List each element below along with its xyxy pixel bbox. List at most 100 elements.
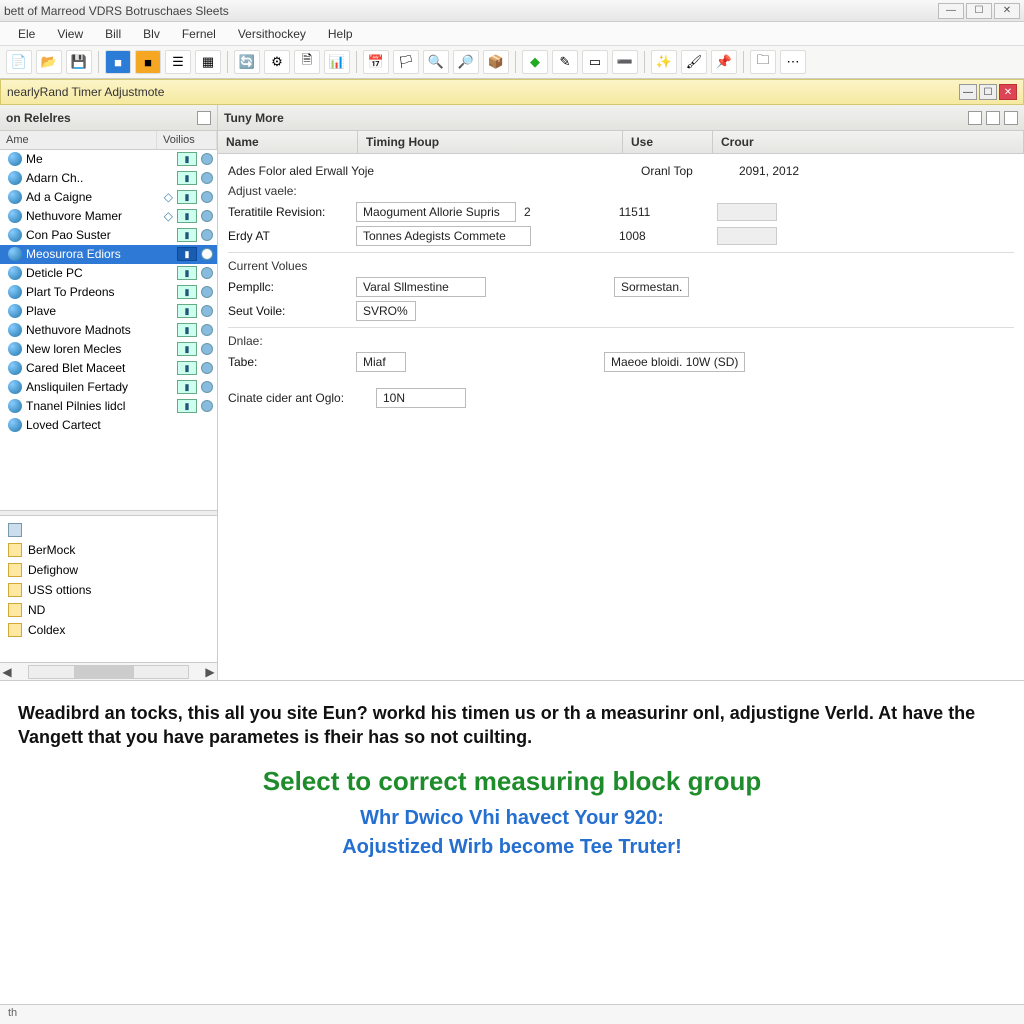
sub-close-button[interactable]: ✕ xyxy=(999,84,1017,100)
maximize-button[interactable]: ☐ xyxy=(966,3,992,19)
tool-pin-icon[interactable]: 📌 xyxy=(711,50,737,74)
tool-eraser-icon[interactable]: ▭ xyxy=(582,50,608,74)
tree-item[interactable]: Loved Cartect xyxy=(0,416,217,435)
tool-list-icon[interactable]: ☰ xyxy=(165,50,191,74)
pane-options-icon[interactable] xyxy=(197,111,211,125)
gray-field[interactable] xyxy=(717,227,777,245)
tool-new-icon[interactable]: 📄 xyxy=(6,50,32,74)
titlebar: bett of Marreod VDRS Botruschaes Sleets … xyxy=(0,0,1024,22)
tool-blue-icon[interactable]: ■ xyxy=(105,50,131,74)
pempllc-field[interactable]: Varal Sllmestine xyxy=(356,277,486,297)
tree-list[interactable]: Me▮ Adarn Ch..▮ Ad a Caigne◇▮ Nethuvore … xyxy=(0,150,217,510)
detail-columns: Name Timing Houp Use Crour xyxy=(218,131,1024,154)
tree-item[interactable]: Tnanel Pilnies lidcl▮ xyxy=(0,397,217,416)
minimize-button[interactable]: — xyxy=(938,3,964,19)
detail-body: Ades Folor aled Erwall Yoje Oranl Top 20… xyxy=(218,154,1024,680)
menu-help[interactable]: Help xyxy=(318,25,363,43)
nav-list[interactable]: BerMock Defighow USS ottions ND Coldex xyxy=(0,516,217,662)
seut-field[interactable]: SVRO% xyxy=(356,301,416,321)
heading-blue-1: Whr Dwico Vhi havect Your 920: xyxy=(0,807,1024,830)
tree-item[interactable]: Cared Blet Maceet▮ xyxy=(0,359,217,378)
scroll-thumb[interactable] xyxy=(74,666,134,678)
print-icon[interactable] xyxy=(968,111,982,125)
nav-item[interactable]: Defighow xyxy=(0,560,217,580)
tool-open-icon[interactable]: 📂 xyxy=(36,50,62,74)
colhdr-voiles[interactable]: Voilios xyxy=(157,131,217,149)
folder-icon xyxy=(8,623,22,637)
tool-pencil-icon[interactable]: ✎ xyxy=(552,50,578,74)
col-crour[interactable]: Crour xyxy=(713,131,1024,153)
center-block: Select to correct measuring block group … xyxy=(0,756,1024,875)
sub-minimize-button[interactable]: — xyxy=(959,84,977,100)
tool-brush-icon[interactable]: 🖌 xyxy=(681,50,707,74)
tool-more-icon[interactable]: ⋯ xyxy=(780,50,806,74)
tabe-field[interactable]: Miaf xyxy=(356,352,406,372)
sub-maximize-button[interactable]: ☐ xyxy=(979,84,997,100)
nav-item[interactable]: BerMock xyxy=(0,540,217,560)
col-name[interactable]: Name xyxy=(218,131,358,153)
tool-minus-icon[interactable]: ➖ xyxy=(612,50,638,74)
left-pane-header: on Relelres xyxy=(0,105,217,131)
tool-green-icon[interactable]: ◆ xyxy=(522,50,548,74)
tree-item[interactable]: Me▮ xyxy=(0,150,217,169)
horizontal-scrollbar[interactable]: ◀ ▶ xyxy=(0,662,217,680)
tree-item-selected[interactable]: Meosurora Ediors▮ xyxy=(0,245,217,264)
settings-icon[interactable] xyxy=(1004,111,1018,125)
nav-item[interactable] xyxy=(0,520,217,540)
tool-refresh-icon[interactable]: 🔄 xyxy=(234,50,260,74)
tree-item[interactable]: Nethuvore Madnots▮ xyxy=(0,321,217,340)
close-button[interactable]: ✕ xyxy=(994,3,1020,19)
col-use[interactable]: Use xyxy=(623,131,713,153)
box-icon xyxy=(8,523,22,537)
tool-save-icon[interactable]: 💾 xyxy=(66,50,92,74)
terat-field[interactable]: Maogument Allorie Supris xyxy=(356,202,516,222)
tool-grid-icon[interactable]: ▦ xyxy=(195,50,221,74)
tree-item[interactable]: Con Pao Suster▮ xyxy=(0,226,217,245)
window-title: bett of Marreod VDRS Botruschaes Sleets xyxy=(4,4,229,18)
menu-fernel[interactable]: Fernel xyxy=(172,25,226,43)
pempllc-right-field[interactable]: Sormestan. xyxy=(614,277,689,297)
nav-item[interactable]: USS ottions xyxy=(0,580,217,600)
tree-item[interactable]: Deticle PC▮ xyxy=(0,264,217,283)
dnlae-label: Dnlae: xyxy=(228,334,1014,348)
tool-orange-icon[interactable]: ■ xyxy=(135,50,161,74)
tree-item[interactable]: New loren Mecles▮ xyxy=(0,340,217,359)
tool-mag-icon[interactable]: 🔎 xyxy=(453,50,479,74)
menu-blv[interactable]: Blv xyxy=(133,25,170,43)
nav-item[interactable]: Coldex xyxy=(0,620,217,640)
tool-doc-icon[interactable]: 🗎 xyxy=(294,50,320,74)
colhdr-name[interactable]: Ame xyxy=(0,131,157,149)
nav-item[interactable]: ND xyxy=(0,600,217,620)
tabe-right-field[interactable]: Maeoe bloidi. 10W (SD) xyxy=(604,352,745,372)
tool-wand-icon[interactable]: ✨ xyxy=(651,50,677,74)
menu-versithockey[interactable]: Versithockey xyxy=(228,25,316,43)
tree-item[interactable]: Plave▮ xyxy=(0,302,217,321)
menu-ele[interactable]: Ele xyxy=(8,25,45,43)
caption-area: Weadibrd an tocks, this all you site Eun… xyxy=(0,681,1024,756)
tree-item[interactable]: Adarn Ch..▮ xyxy=(0,169,217,188)
seut-label: Seut Voile: xyxy=(228,304,348,318)
scroll-right-icon[interactable]: ▶ xyxy=(203,665,217,679)
scroll-left-icon[interactable]: ◀ xyxy=(0,665,14,679)
menu-bill[interactable]: Bill xyxy=(95,25,131,43)
left-column-header: Ame Voilios xyxy=(0,131,217,150)
tool-chart-icon[interactable]: 📊 xyxy=(324,50,350,74)
tool-calendar-icon[interactable]: 📅 xyxy=(363,50,389,74)
tool-search-icon[interactable]: 🔍 xyxy=(423,50,449,74)
tree-item[interactable]: Ansliquilen Fertady▮ xyxy=(0,378,217,397)
help-icon[interactable] xyxy=(986,111,1000,125)
cinate-field[interactable]: 10N xyxy=(376,388,466,408)
tool-gear-icon[interactable]: ⚙ xyxy=(264,50,290,74)
menu-view[interactable]: View xyxy=(47,25,93,43)
erdy-field[interactable]: Tonnes Adegists Commete xyxy=(356,226,531,246)
tool-folder-icon[interactable]: 🗀 xyxy=(750,50,776,74)
tree-item[interactable]: Plart To Prdeons▮ xyxy=(0,283,217,302)
tool-pkg-icon[interactable]: 📦 xyxy=(483,50,509,74)
tool-flag-icon[interactable]: 🏳 xyxy=(393,50,419,74)
tree-item[interactable]: Ad a Caigne◇▮ xyxy=(0,188,217,207)
row1-crour: 2091, 2012 xyxy=(739,164,799,178)
col-timing[interactable]: Timing Houp xyxy=(358,131,623,153)
gray-field[interactable] xyxy=(717,203,777,221)
terat-use: 11511 xyxy=(619,205,709,219)
tree-item[interactable]: Nethuvore Mamer◇▮ xyxy=(0,207,217,226)
